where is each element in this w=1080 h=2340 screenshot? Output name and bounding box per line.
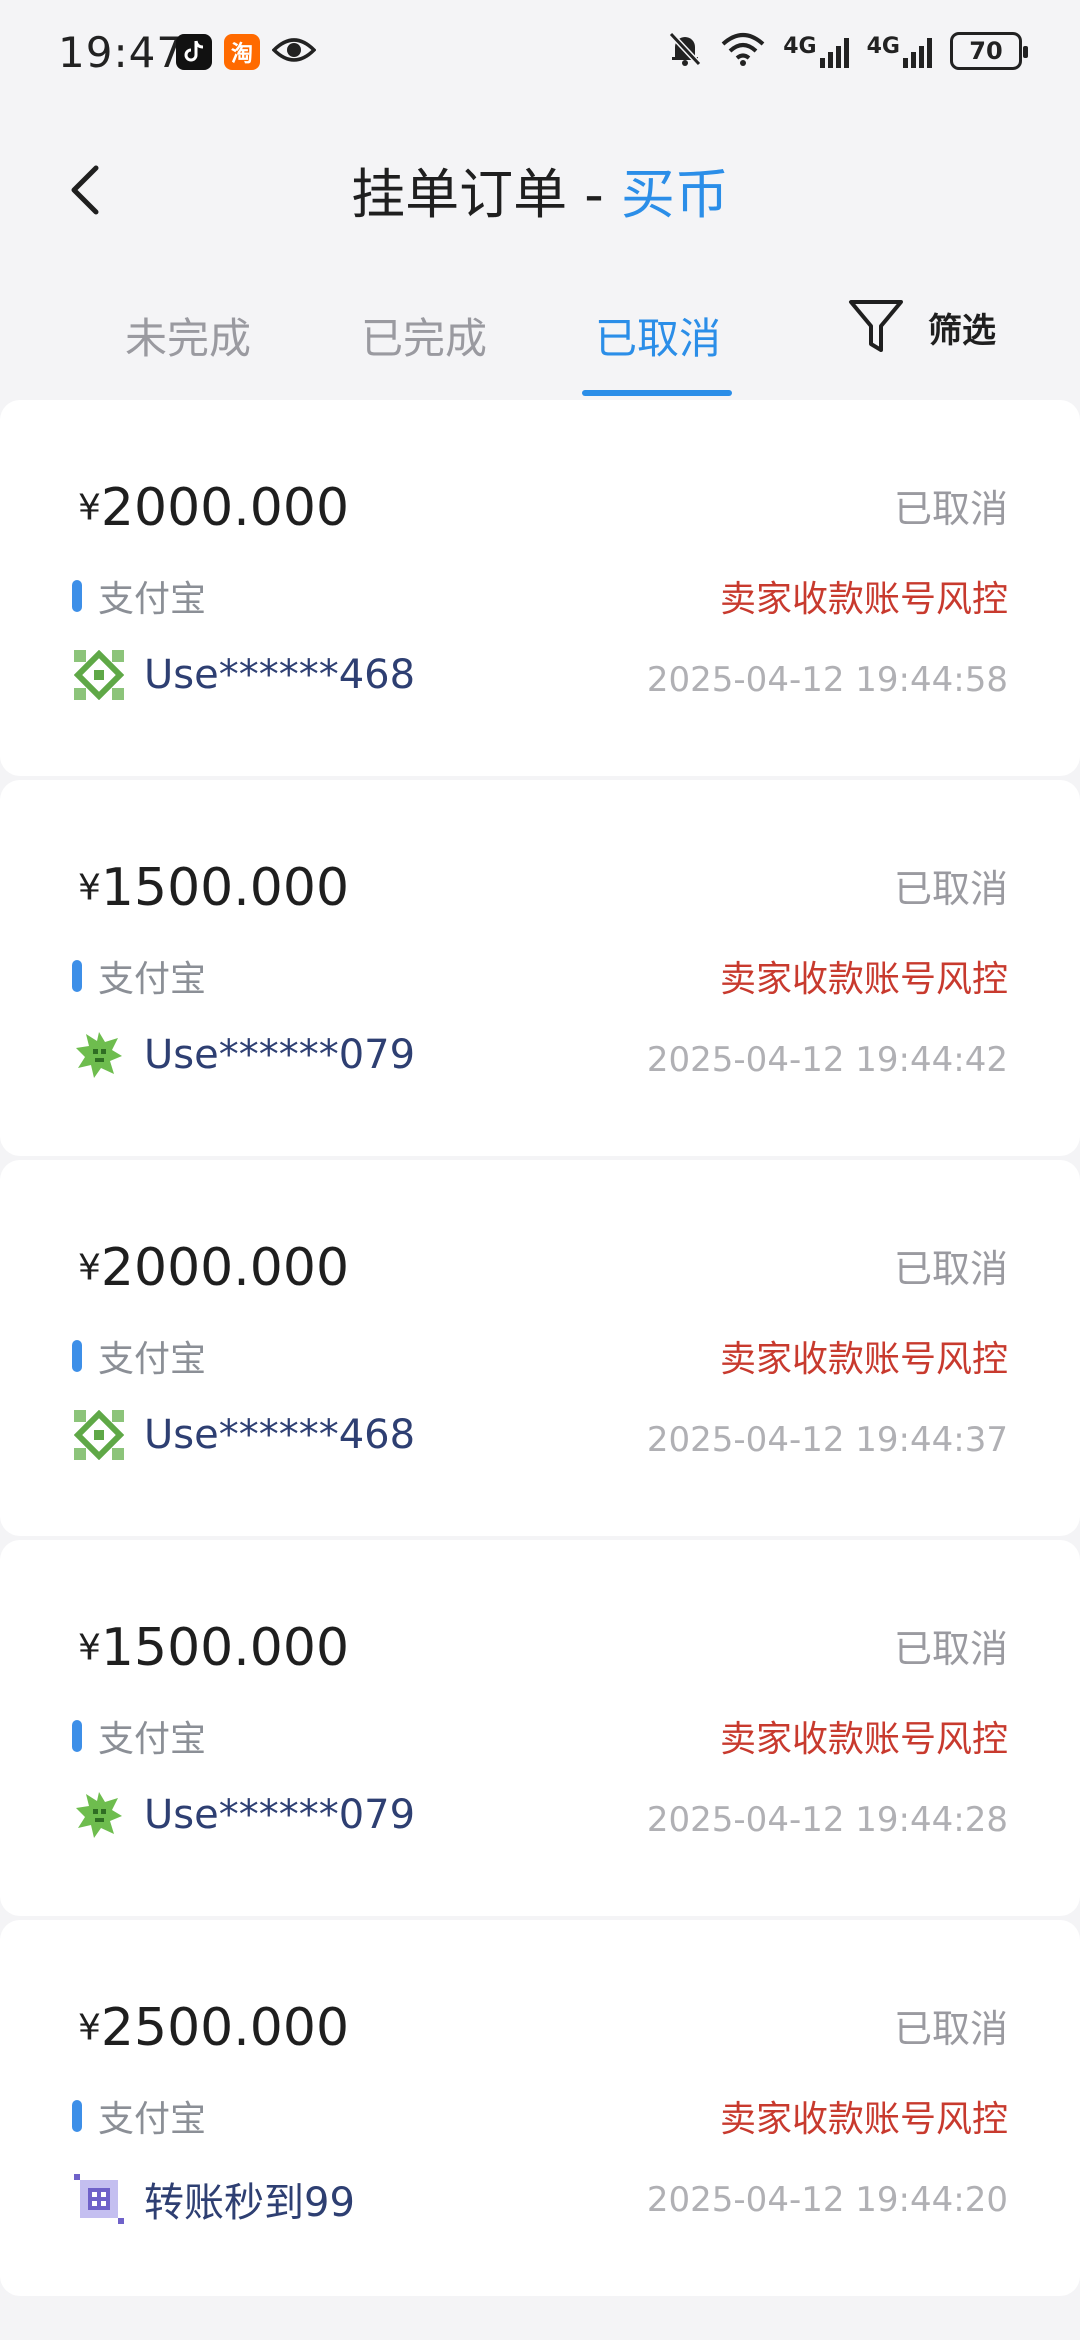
payment-method-label: 支付宝	[98, 1339, 207, 1380]
avatar	[73, 1409, 125, 1461]
payment-method-label: 支付宝	[98, 1719, 207, 1760]
order-status: 已取消	[893, 487, 1008, 531]
counterparty: Use******468	[73, 1409, 416, 1461]
taobao-icon-char: 淘	[230, 42, 253, 67]
taobao-icon: 淘	[224, 34, 260, 70]
order-amount: ¥1500.000	[78, 858, 349, 918]
payment-method-marker	[72, 960, 82, 992]
counterparty-name: Use******468	[144, 652, 416, 698]
avatar	[74, 1030, 124, 1080]
payment-method-marker	[72, 580, 82, 612]
payment-method-marker	[72, 2100, 82, 2132]
payment-method: 支付宝	[72, 1330, 206, 1382]
order-card[interactable]: ¥2500.000 已取消支付宝 卖家收款账号风控转账秒到99 2025-04-12 …	[0, 1920, 1080, 2296]
page-title-separator: -	[567, 163, 621, 226]
currency-symbol: ¥	[78, 1247, 101, 1289]
cancel-reason: 卖家收款账号风控	[719, 579, 1008, 620]
tiktok-icon	[176, 34, 212, 70]
cancel-reason: 卖家收款账号风控	[719, 1719, 1008, 1760]
signal-icon-1: 4G	[783, 34, 849, 68]
order-amount: ¥2000.000	[78, 1238, 349, 1298]
wifi-icon	[721, 32, 765, 70]
payment-method-label: 支付宝	[98, 959, 207, 1000]
order-status: 已取消	[893, 1247, 1008, 1291]
tab-cancelled[interactable]: 已取消	[578, 305, 738, 366]
payment-method: 支付宝	[72, 2090, 206, 2142]
order-card[interactable]: ¥2000.000 已取消支付宝 卖家收款账号风控 Use******468 2025-…	[0, 1160, 1080, 1536]
tab-completed[interactable]: 已完成	[344, 305, 504, 366]
counterparty-name: Use******079	[144, 1792, 416, 1838]
network-type-2: 4G	[866, 34, 900, 59]
amount-value: 2500.000	[100, 1998, 350, 2058]
order-time: 2025-04-12 19:44:58	[646, 660, 1008, 700]
avatar	[74, 2174, 124, 2224]
payment-method: 支付宝	[72, 1710, 206, 1762]
order-time: 2025-04-12 19:44:37	[646, 1420, 1008, 1460]
filter-button[interactable]: 筛选	[848, 298, 996, 356]
counterparty: Use******468	[73, 649, 416, 701]
avatar	[74, 1790, 124, 1840]
filter-label: 筛选	[928, 310, 996, 351]
status-time: 19:47	[58, 28, 185, 77]
page-header: 挂单订单 - 买币	[0, 110, 1080, 270]
cancel-reason: 卖家收款账号风控	[719, 959, 1008, 1000]
order-card[interactable]: ¥1500.000 已取消支付宝 卖家收款账号风控 Use******079 2025-…	[0, 780, 1080, 1156]
payment-method-label: 支付宝	[98, 579, 207, 620]
status-app-icons: 淘	[176, 34, 317, 70]
order-status: 已取消	[893, 2007, 1008, 2051]
cancel-reason: 卖家收款账号风控	[719, 2099, 1008, 2140]
amount-value: 2000.000	[100, 478, 350, 538]
order-status: 已取消	[893, 1627, 1008, 1671]
counterparty-name: 转账秒到99	[144, 2180, 355, 2226]
currency-symbol: ¥	[78, 1627, 101, 1669]
currency-symbol: ¥	[78, 867, 101, 909]
amount-value: 1500.000	[100, 858, 350, 918]
payment-method: 支付宝	[72, 570, 206, 622]
order-card[interactable]: ¥2000.000 已取消支付宝 卖家收款账号风控 Use******468 2025-…	[0, 400, 1080, 776]
battery-icon: 70	[950, 32, 1028, 70]
order-amount: ¥2500.000	[78, 1998, 349, 2058]
status-bar: 19:47 淘 4G 4G 70	[0, 0, 1080, 110]
counterparty-name: Use******079	[144, 1032, 416, 1078]
eye-icon	[271, 35, 317, 69]
order-time: 2025-04-12 19:44:42	[646, 1040, 1008, 1080]
active-tab-indicator	[582, 390, 732, 396]
payment-method-label: 支付宝	[98, 2099, 207, 2140]
order-time: 2025-04-12 19:44:28	[646, 1800, 1008, 1840]
page-title: 挂单订单 - 买币	[0, 150, 1080, 229]
currency-symbol: ¥	[78, 487, 101, 529]
cancel-reason: 卖家收款账号风控	[719, 1339, 1008, 1380]
order-status: 已取消	[893, 867, 1008, 911]
order-time: 2025-04-12 19:44:20	[646, 2180, 1008, 2220]
order-amount: ¥2000.000	[78, 478, 349, 538]
amount-value: 1500.000	[100, 1618, 350, 1678]
payment-method-marker	[72, 1340, 82, 1372]
order-card[interactable]: ¥1500.000 已取消支付宝 卖家收款账号风控 Use******079 2025-…	[0, 1540, 1080, 1916]
counterparty-name: Use******468	[144, 1412, 416, 1458]
counterparty: Use******079	[74, 1790, 415, 1840]
status-tabs: 未完成 已完成 已取消 筛选	[0, 270, 1080, 400]
counterparty: 转账秒到99	[74, 2170, 355, 2228]
mute-bell-icon	[667, 30, 703, 72]
currency-symbol: ¥	[78, 2007, 101, 2049]
order-amount: ¥1500.000	[78, 1618, 349, 1678]
counterparty: Use******079	[74, 1030, 415, 1080]
status-right-icons: 4G 4G 70	[667, 30, 1028, 72]
battery-level: 70	[969, 37, 1003, 65]
signal-icon-2: 4G	[867, 34, 932, 68]
page-title-subtitle: 买币	[620, 163, 729, 226]
network-type-1: 4G	[783, 34, 817, 59]
avatar	[73, 649, 125, 701]
payment-method-marker	[72, 1720, 82, 1752]
amount-value: 2000.000	[100, 1238, 350, 1298]
payment-method: 支付宝	[72, 950, 206, 1002]
tab-incomplete[interactable]: 未完成	[108, 305, 268, 366]
page-title-main: 挂单订单	[351, 163, 568, 226]
filter-icon	[849, 300, 903, 352]
